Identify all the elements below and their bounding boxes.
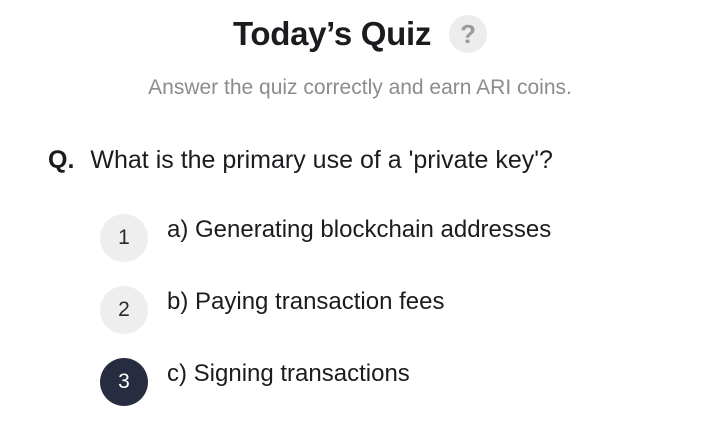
quiz-page: Today’s Quiz ? Answer the quiz correctly… [0, 0, 720, 423]
question-prefix: Q. [48, 146, 75, 174]
option-2[interactable]: 2 b) Paying transaction fees [100, 286, 445, 334]
help-button[interactable]: ? [449, 15, 488, 53]
quiz-header: Today’s Quiz ? [0, 12, 720, 56]
question: Q. What is the primary use of a 'private… [48, 146, 553, 175]
option-3[interactable]: 3 c) Signing transactions [100, 358, 410, 406]
quiz-subtitle: Answer the quiz correctly and earn ARI c… [148, 76, 572, 99]
option-number-badge: 2 [100, 286, 148, 334]
option-number-badge: 1 [100, 214, 148, 262]
question-text: What is the primary use of a 'private ke… [90, 146, 553, 174]
option-label: c) Signing transactions [167, 360, 410, 387]
option-label: a) Generating blockchain addresses [167, 216, 552, 243]
page-title: Today’s Quiz [232, 15, 432, 52]
option-number-badge-selected: 3 [100, 358, 148, 406]
question-mark-icon: ? [460, 18, 476, 49]
option-label: b) Paying transaction fees [167, 288, 445, 315]
option-1[interactable]: 1 a) Generating blockchain addresses [100, 214, 551, 262]
